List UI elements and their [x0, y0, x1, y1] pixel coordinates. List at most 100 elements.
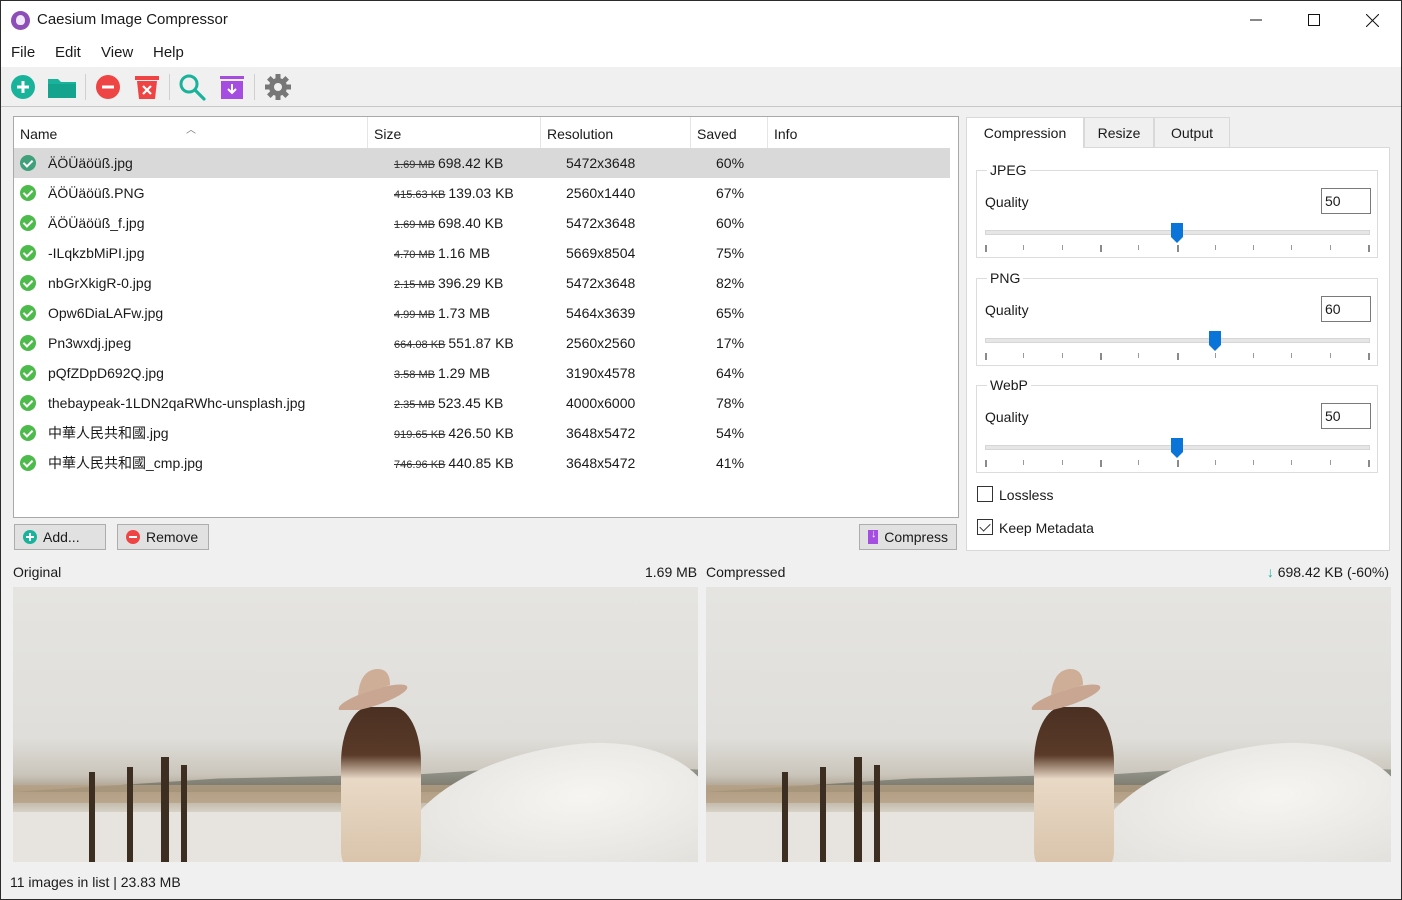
quality-slider-thumb[interactable] [1171, 223, 1183, 243]
slider-tick [1062, 460, 1063, 465]
compressed-image-preview[interactable] [706, 587, 1391, 862]
plus-circle-icon [11, 75, 35, 99]
quality-label: Quality [985, 194, 1029, 210]
file-row[interactable]: ÄÖÜäöüß.PNG 415.63 KB 139.03 KB 2560x1440… [14, 178, 950, 208]
file-row[interactable]: ÄÖÜäöüß.jpg 1.69 MB 698.42 KB 5472x3648 6… [14, 148, 950, 178]
file-row[interactable]: pQfZDpD692Q.jpg 3.58 MB 1.29 MB 3190x4578… [14, 358, 950, 388]
menu-view[interactable]: View [101, 44, 133, 61]
plus-circle-icon [23, 530, 37, 544]
keep-metadata-checkbox[interactable] [977, 519, 993, 535]
file-row[interactable]: Opw6DiaLAFw.jpg 4.99 MB 1.73 MB 5464x3639… [14, 298, 950, 328]
column-header-info[interactable]: Info [768, 117, 950, 148]
file-saved: 17% [716, 335, 745, 351]
quality-input[interactable]: 50 [1321, 188, 1371, 214]
compressed-size: 426.50 KB [448, 425, 514, 441]
slider-tick [1062, 245, 1063, 250]
slider-tick [1177, 245, 1179, 252]
add-button-label: Add... [43, 529, 80, 545]
minimize-icon [1250, 19, 1262, 21]
toolbar-compress-button[interactable] [218, 73, 246, 101]
file-list[interactable]: Name ︿ Size Resolution Saved Info ÄÖÜäöü… [13, 116, 959, 518]
scene-post [181, 765, 187, 862]
slider-tick [1253, 245, 1254, 250]
slider-tick [1253, 460, 1254, 465]
file-row[interactable]: thebaypeak-1LDN2qaRWhc-unsplash.jpg 2.35… [14, 388, 950, 418]
toolbar-settings-button[interactable] [264, 73, 292, 101]
file-resolution: 5472x3648 [566, 215, 636, 231]
menu-help[interactable]: Help [153, 44, 184, 61]
toolbar-separator [254, 74, 255, 100]
scene-cloth [1080, 730, 1391, 862]
menu-file[interactable]: File [11, 44, 35, 61]
file-saved: 67% [716, 185, 745, 201]
column-label: Name [20, 126, 58, 142]
scene-post [820, 767, 826, 862]
slider-tick [1330, 353, 1331, 358]
toolbar-preview-button[interactable] [178, 73, 206, 101]
menu-edit[interactable]: Edit [55, 44, 81, 61]
original-size: 415.63 KB [394, 189, 446, 201]
slider-tick [1215, 353, 1216, 358]
remove-button-label: Remove [146, 529, 199, 545]
file-row[interactable]: ÄÖÜäöüß_f.jpg 1.69 MB 698.40 KB 5472x3648… [14, 208, 950, 238]
file-saved: 78% [716, 395, 745, 411]
compressed-size: 551.87 KB [448, 335, 514, 351]
compress-button[interactable]: Compress [859, 524, 957, 550]
file-size: 746.96 KB 440.85 KB [394, 448, 514, 480]
toolbar-separator [169, 74, 170, 100]
scene-post [854, 757, 862, 862]
settings-panel: Compression Resize Output JPEG Quality 5… [966, 117, 1390, 551]
slider-tick [1177, 460, 1179, 467]
close-button[interactable] [1343, 1, 1401, 39]
toolbar-add-files-button[interactable] [9, 73, 37, 101]
file-name: thebaypeak-1LDN2qaRWhc-unsplash.jpg [48, 395, 306, 411]
original-image-preview[interactable] [13, 587, 698, 862]
toolbar-add-folder-button[interactable] [47, 73, 76, 101]
quality-input[interactable]: 60 [1321, 296, 1371, 322]
original-size: 4.99 MB [394, 309, 435, 321]
slider-tick [1177, 353, 1179, 360]
maximize-button[interactable] [1285, 1, 1343, 39]
tab-resize[interactable]: Resize [1084, 117, 1154, 147]
file-saved: 65% [716, 305, 745, 321]
column-header-name[interactable]: Name ︿ [14, 117, 368, 148]
file-resolution: 2560x2560 [566, 335, 636, 351]
column-header-saved[interactable]: Saved [691, 117, 768, 148]
file-row[interactable]: 中華人民共和國_cmp.jpg 746.96 KB 440.85 KB 3648x… [14, 448, 950, 478]
quality-label: Quality [985, 409, 1029, 425]
slider-tick [1100, 353, 1102, 360]
minimize-button[interactable] [1227, 1, 1285, 39]
archive-download-icon [220, 76, 244, 99]
compressed-size: 1.29 MB [437, 365, 491, 381]
tab-output[interactable]: Output [1154, 117, 1230, 147]
toolbar-clear-button[interactable] [133, 73, 161, 101]
file-row[interactable]: -ILqkzbMiPI.jpg 4.70 MB 1.16 MB 5669x8504… [14, 238, 950, 268]
file-row[interactable]: nbGrXkigR-0.jpg 2.15 MB 396.29 KB 5472x36… [14, 268, 950, 298]
original-size: 1.69 MB [394, 159, 435, 171]
slider-tick [1023, 460, 1024, 465]
file-size: 664.08 KB 551.87 KB [394, 328, 514, 360]
column-header-resolution[interactable]: Resolution [541, 117, 691, 148]
file-size: 4.99 MB 1.73 MB [394, 298, 490, 330]
column-header-size[interactable]: Size [368, 117, 541, 148]
quality-input[interactable]: 50 [1321, 403, 1371, 429]
file-row[interactable]: 中華人民共和國.jpg 919.65 KB 426.50 KB 3648x5472… [14, 418, 950, 448]
quality-slider-track[interactable] [985, 338, 1370, 343]
quality-slider-thumb[interactable] [1171, 438, 1183, 458]
lossless-checkbox[interactable] [977, 486, 993, 502]
original-size: 3.58 MB [394, 369, 435, 381]
file-saved: 82% [716, 275, 745, 291]
slider-tick [1100, 460, 1102, 467]
toolbar-remove-button[interactable] [94, 73, 122, 101]
minus-circle-icon [126, 530, 140, 544]
scene-cloth [387, 730, 698, 862]
quality-slider-thumb[interactable] [1209, 331, 1221, 351]
remove-button[interactable]: Remove [117, 524, 209, 550]
tab-compression[interactable]: Compression [966, 117, 1084, 148]
slider-tick [1368, 353, 1370, 360]
original-size: 1.69 MB [645, 564, 698, 580]
file-row[interactable]: Pn3wxdj.jpeg 664.08 KB 551.87 KB 2560x256… [14, 328, 950, 358]
success-check-icon [20, 455, 36, 471]
slider-tick [985, 353, 987, 360]
add-button[interactable]: Add... [14, 524, 106, 550]
